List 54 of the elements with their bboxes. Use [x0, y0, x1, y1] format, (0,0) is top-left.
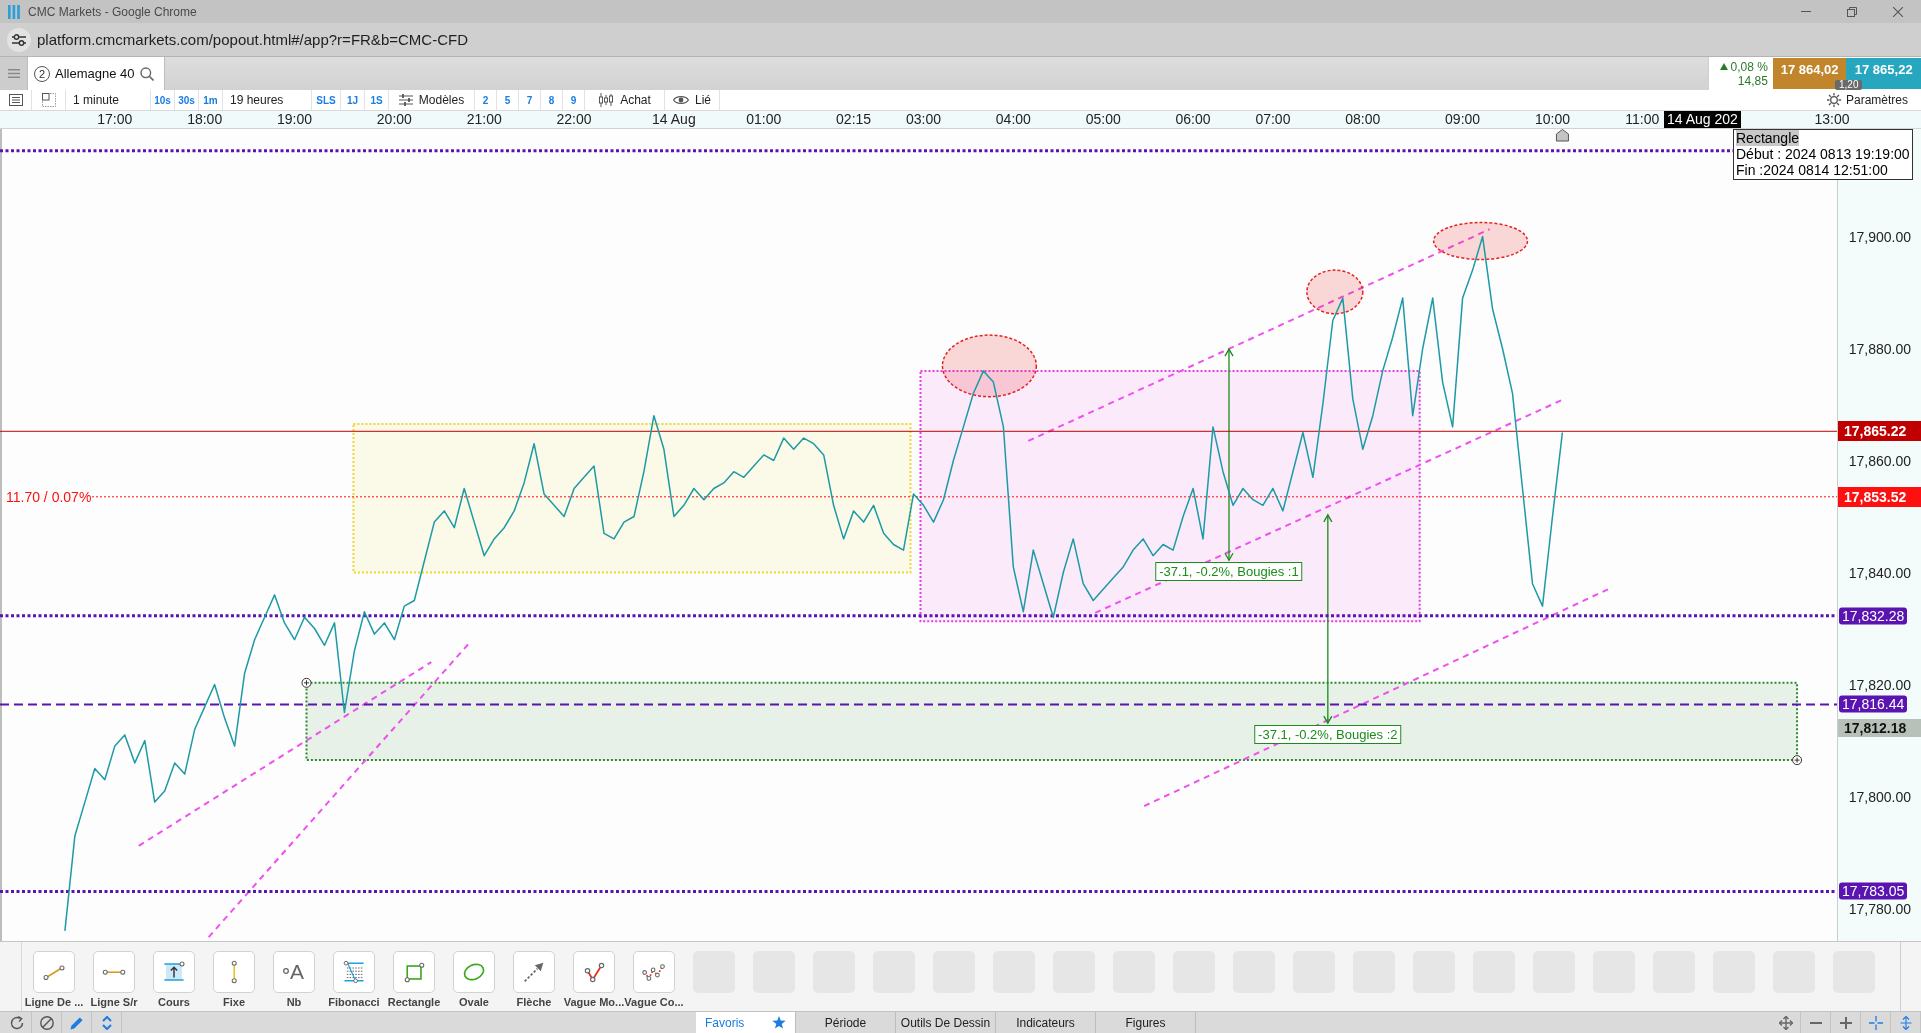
price-tick-label: 17,800.00	[1848, 788, 1911, 805]
time-tick-label: 09:00	[1445, 111, 1481, 128]
crosshair-price-label: 17,812.18	[1838, 719, 1921, 738]
price-label: 17,865.22	[1838, 421, 1921, 442]
time-tick-label: 22:00	[556, 111, 592, 128]
tool-label: Rectangle	[387, 996, 441, 1009]
time-tick-label: 11:00	[1625, 111, 1660, 128]
time-tick-label: 17:00	[97, 111, 133, 128]
price-label: 17,853.52	[1838, 486, 1921, 507]
time-tick-label: 10:00	[1534, 111, 1570, 128]
time-tick-label: 03:00	[905, 111, 941, 128]
tooltip-line: Fin :2024 0814 12:51:00	[1736, 162, 1888, 178]
price-label: 17,783.05	[1839, 882, 1908, 900]
price-tick-label: 17,880.00	[1848, 340, 1911, 357]
time-tick-label: 20:00	[376, 111, 412, 128]
tool-label: Cours	[158, 996, 190, 1009]
time-tick-label: 06:00	[1175, 111, 1211, 128]
time-tick-label: 04:00	[995, 111, 1031, 128]
tool-label: Fixe	[223, 996, 245, 1009]
time-tick-label: 08:00	[1345, 111, 1381, 128]
crosshair-date-label: 14 Aug 202	[1664, 111, 1741, 128]
time-tick-label: 02:15	[836, 111, 872, 128]
price-tick-label: 17,820.00	[1848, 676, 1911, 693]
time-tick-label: 07:00	[1255, 111, 1291, 128]
tool-label: Nb	[286, 996, 302, 1009]
time-tick-label: 21:00	[466, 111, 502, 128]
price-label: 17,832.28	[1839, 607, 1908, 625]
spread-value: 1,20	[1835, 80, 1863, 90]
change-points: 14,85	[1737, 73, 1768, 88]
time-tick-label: 13:00	[1814, 111, 1850, 128]
tool-label: Fibonacci	[328, 996, 380, 1009]
price-change-label: 11.70 / 0.07%	[6, 488, 92, 505]
price-tick-label: 17,900.00	[1848, 228, 1911, 245]
window-title: CMC Markets - Google Chrome	[28, 4, 198, 19]
price-tick-label: 17,860.00	[1848, 452, 1911, 469]
time-tick-label: 05:00	[1085, 111, 1121, 128]
measure-label: -37.1, -0.2%, Bougies :2	[1254, 725, 1402, 745]
tool-label: Vague Mo...	[563, 996, 625, 1009]
time-tick-label: 14 Aug	[652, 111, 696, 128]
tooltip-title: Rectangle	[1736, 130, 1800, 146]
price-tick-label: 17,840.00	[1848, 564, 1911, 581]
tool-label: Flèche	[516, 996, 552, 1009]
measure-label: -37.1, -0.2%, Bougies :1	[1155, 562, 1303, 582]
change-percent: 0,08 %	[1730, 59, 1768, 74]
tool-label: Ovale	[459, 996, 489, 1009]
time-tick-label: 18:00	[187, 111, 223, 128]
tooltip-line: Début : 2024 0813 19:19:00	[1736, 146, 1910, 162]
tool-label: Vague Co...	[624, 996, 684, 1009]
tool-label: Ligne De ...	[24, 996, 84, 1009]
tool-label: Ligne S/r	[90, 996, 138, 1009]
time-tick-label: 19:00	[277, 111, 313, 128]
price-tick-label: 17,780.00	[1848, 900, 1911, 917]
time-tick-label: 01:00	[746, 111, 782, 128]
price-label: 17,816.44	[1839, 695, 1908, 713]
